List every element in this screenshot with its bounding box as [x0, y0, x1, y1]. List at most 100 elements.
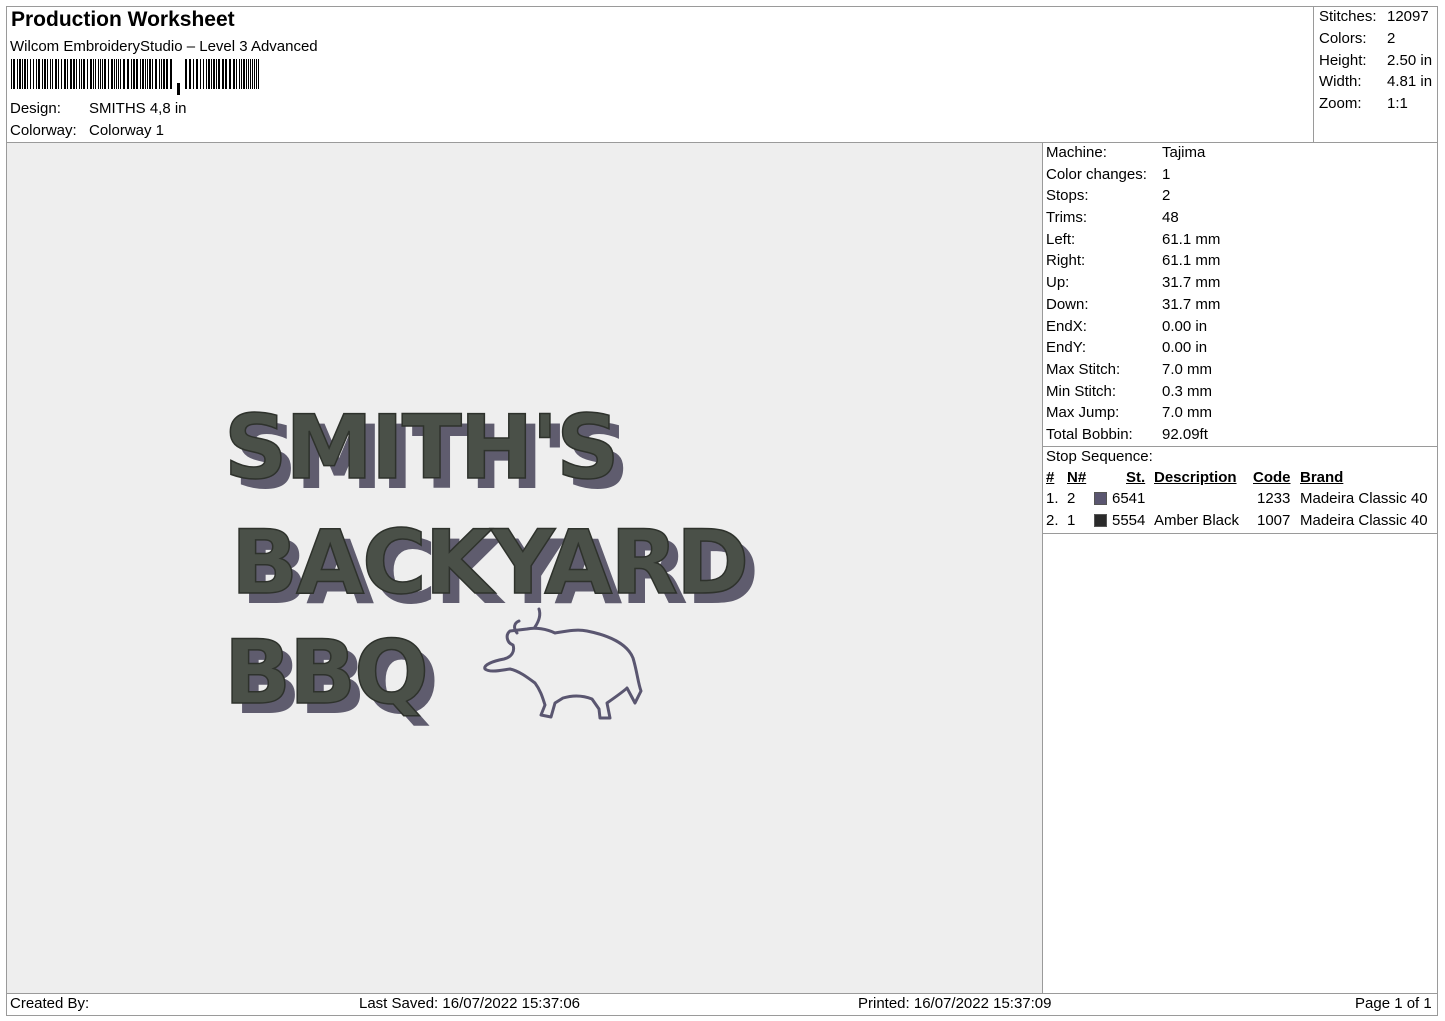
info-row: Trims: 48 — [1046, 207, 1220, 229]
info-value: 31.7 mm — [1162, 295, 1221, 313]
row-code: 1007 — [1257, 512, 1291, 529]
info-label: Stops: — [1046, 187, 1089, 205]
stats-divider — [1313, 6, 1314, 142]
info-row: Machine: Tajima — [1046, 142, 1220, 164]
row-num: 1. — [1046, 490, 1059, 507]
colorway-label: Colorway: — [10, 122, 77, 139]
row-num: 2. — [1046, 512, 1059, 529]
col-num-header: # — [1046, 469, 1055, 486]
info-value: 31.7 mm — [1162, 274, 1221, 292]
row-brand: Madeira Classic 40 — [1300, 490, 1428, 507]
design-label: Design: — [10, 100, 61, 117]
info-label: Color changes: — [1046, 165, 1147, 183]
design-row: Design: SMITHS 4,8 in — [10, 100, 187, 117]
row-brand: Madeira Classic 40 — [1300, 512, 1428, 529]
design-line-3: BBQ — [224, 621, 427, 724]
footer-last-saved: Last Saved: 16/07/2022 15:37:06 — [359, 995, 581, 1012]
info-row: EndX: 0.00 in — [1046, 316, 1220, 338]
col-st-header: St. — [1126, 469, 1146, 486]
color-swatch — [1094, 514, 1107, 527]
info-value: 61.1 mm — [1162, 230, 1221, 248]
page-title: Production Worksheet — [11, 8, 235, 31]
info-value: 61.1 mm — [1162, 252, 1221, 270]
col-brand-header: Brand — [1300, 469, 1344, 486]
footer-created-by: Created By: — [10, 995, 90, 1012]
info-value: 0.3 mm — [1162, 382, 1213, 400]
info-label: Total Bobbin: — [1046, 425, 1133, 443]
info-row: Stops: 2 — [1046, 185, 1220, 207]
info-label: Up: — [1046, 274, 1070, 292]
stat-row: Width: 4.81 in — [1319, 71, 1432, 93]
colorway-row: Colorway: Colorway 1 — [10, 122, 164, 139]
info-label: EndY: — [1046, 339, 1087, 357]
color-swatch — [1094, 492, 1107, 505]
info-value: 0.00 in — [1162, 317, 1208, 335]
stat-label: Width: — [1319, 73, 1362, 91]
info-label: Left: — [1046, 230, 1076, 248]
info-value: 0.00 in — [1162, 339, 1208, 357]
design-line-2: BACKYARD — [231, 511, 747, 614]
info-row: Total Bobbin: 92.09ft — [1046, 424, 1220, 446]
info-value: Tajima — [1162, 144, 1206, 161]
info-label: Machine: — [1046, 144, 1107, 161]
info-value: 1 — [1162, 165, 1171, 183]
info-row: Down: 31.7 mm — [1046, 294, 1220, 316]
bison-outline-icon — [483, 607, 643, 720]
stat-value: 2.50 in — [1387, 51, 1433, 69]
info-label: Max Stitch: — [1046, 360, 1121, 378]
info-label: Max Jump: — [1046, 404, 1120, 422]
design-preview[interactable]: SMITH'S BACKYARD BBQ SMITH'S BACKYARD BB… — [7, 143, 1042, 993]
info-label: EndX: — [1046, 317, 1087, 335]
footer-printed: Printed: 16/07/2022 15:37:09 — [858, 995, 1052, 1012]
stat-value: 1:1 — [1387, 95, 1408, 113]
row-n: 1 — [1067, 512, 1076, 529]
info-label: Right: — [1046, 252, 1086, 270]
info-row: Color changes: 1 — [1046, 164, 1220, 186]
machine-info-panel: Machine: Tajima Color changes: 1 Stops: 2 T… — [1046, 142, 1220, 446]
info-row: Max Stitch: 7.0 mm — [1046, 359, 1220, 381]
stat-row: Height: 2.50 in — [1319, 50, 1432, 72]
info-value: 7.0 mm — [1162, 360, 1213, 378]
info-row: EndY: 0.00 in — [1046, 337, 1220, 359]
info-value: 7.0 mm — [1162, 404, 1213, 422]
footer-page: Page 1 of 1 — [1355, 995, 1432, 1012]
info-label: Trims: — [1046, 209, 1088, 227]
info-value: 92.09ft — [1162, 425, 1208, 443]
info-row: Left: 61.1 mm — [1046, 229, 1220, 251]
stat-label: Stitches: — [1319, 8, 1377, 25]
stat-row: Stitches: 12097 — [1319, 6, 1432, 28]
info-row: Right: 61.1 mm — [1046, 250, 1220, 272]
info-row: Up: 31.7 mm — [1046, 272, 1220, 294]
stat-label: Zoom: — [1319, 95, 1362, 113]
footer-divider — [6, 993, 1438, 994]
colorway-value: Colorway 1 — [89, 122, 165, 139]
row-description: Amber Black — [1154, 512, 1240, 529]
embroidery-preview: SMITH'S BACKYARD BBQ SMITH'S BACKYARD BB… — [223, 395, 759, 734]
info-row: Min Stitch: 0.3 mm — [1046, 381, 1220, 403]
stat-row: Zoom: 1:1 — [1319, 93, 1432, 115]
row-st: 5554 — [1112, 512, 1146, 529]
info-value: 2 — [1162, 187, 1171, 205]
stats-panel: Stitches: 12097 Colors: 2 Height: 2.50 in W… — [1319, 6, 1432, 115]
stat-value: 12097 — [1387, 8, 1429, 25]
stat-value: 2 — [1387, 29, 1396, 47]
stat-label: Colors: — [1319, 29, 1367, 47]
stat-row: Colors: 2 — [1319, 28, 1432, 50]
stop-sequence-title: Stop Sequence: — [1046, 448, 1153, 465]
app-subtitle: Wilcom EmbroideryStudio – Level 3 Advanc… — [10, 38, 318, 55]
stat-label: Height: — [1319, 51, 1367, 69]
stat-value: 4.81 in — [1387, 73, 1433, 91]
row-st: 6541 — [1112, 490, 1146, 507]
row-n: 2 — [1067, 490, 1076, 507]
info-value: 48 — [1162, 209, 1179, 227]
col-code-header: Code — [1253, 469, 1291, 486]
design-value: SMITHS 4,8 in — [89, 100, 187, 117]
info-row: Max Jump: 7.0 mm — [1046, 402, 1220, 424]
barcode — [11, 59, 259, 95]
info-label: Down: — [1046, 295, 1089, 313]
design-line-1: SMITH'S — [224, 396, 618, 499]
row-code: 1233 — [1257, 490, 1291, 507]
info-divider — [1042, 142, 1043, 994]
col-description-header: Description — [1154, 469, 1237, 486]
sequence-end-divider — [1042, 533, 1438, 534]
